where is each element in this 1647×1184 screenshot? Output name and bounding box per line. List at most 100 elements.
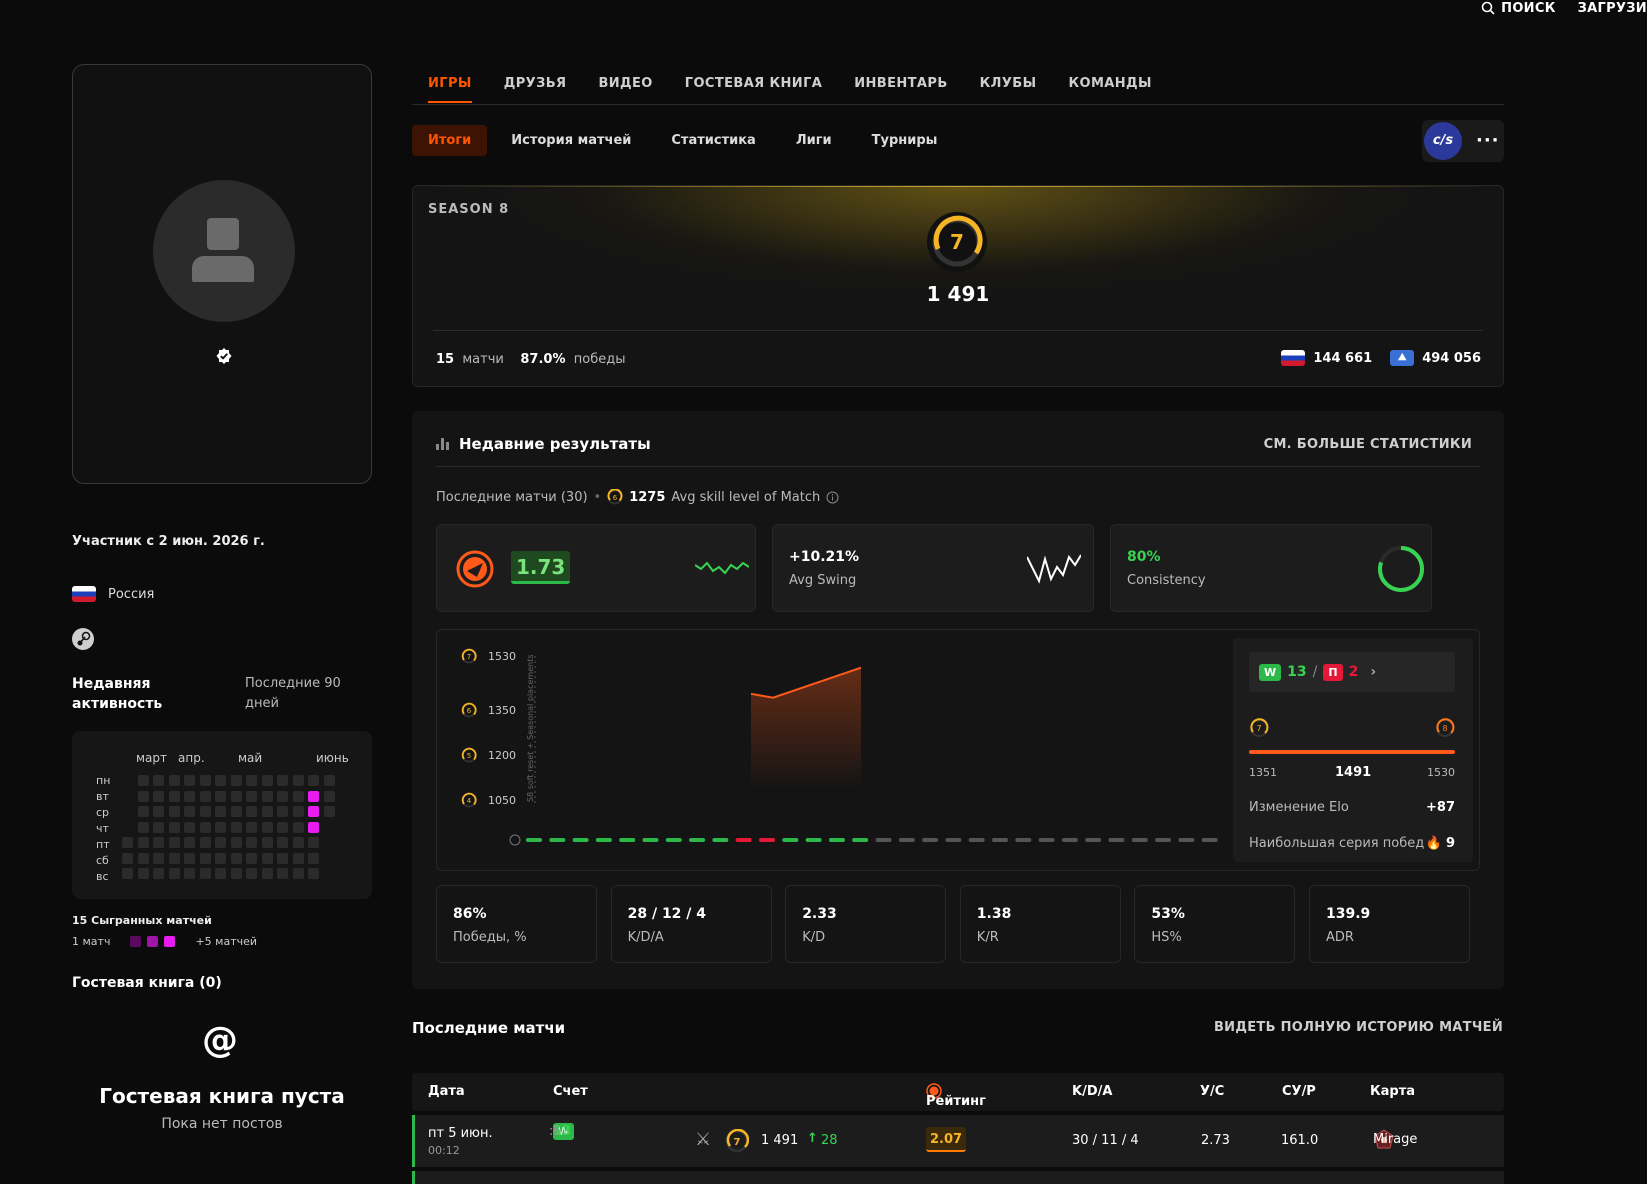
heatmap-cell[interactable]: [215, 821, 226, 833]
heatmap-cell[interactable]: [122, 837, 133, 848]
heatmap-cell[interactable]: [292, 868, 304, 879]
more-options-icon[interactable]: ···: [1476, 130, 1500, 151]
subtab-stats[interactable]: Статистика: [655, 125, 771, 156]
tab-guestbook[interactable]: ГОСТЕВАЯ КНИГА: [685, 76, 822, 91]
heatmap-cell[interactable]: [215, 775, 226, 786]
heatmap-cell[interactable]: [199, 821, 211, 833]
heatmap-cell[interactable]: [308, 852, 319, 864]
heatmap-cell[interactable]: [277, 775, 288, 786]
heatmap-cell[interactable]: [292, 775, 304, 786]
heatmap-cell[interactable]: [215, 837, 226, 848]
heatmap-cell[interactable]: [277, 852, 288, 864]
heatmap-cell[interactable]: [137, 790, 149, 802]
heatmap-cell[interactable]: [246, 775, 257, 786]
heatmap-cell[interactable]: [199, 775, 211, 786]
heatmap-cell[interactable]: [292, 821, 304, 833]
tab-friends[interactable]: ДРУЗЬЯ: [504, 76, 567, 91]
heatmap-cell[interactable]: [199, 790, 211, 802]
heatmap-cell[interactable]: [199, 852, 211, 864]
heatmap-cell[interactable]: [261, 821, 273, 833]
heatmap-cell[interactable]: [137, 868, 149, 879]
search-button[interactable]: ПОИСК: [1481, 0, 1555, 16]
col-date[interactable]: Дата: [428, 1084, 465, 1099]
col-map[interactable]: Карта: [1370, 1084, 1415, 1099]
tab-games[interactable]: ИГРЫ: [428, 76, 472, 103]
table-row[interactable]: пт 5 июн. 00:12 W 13 : 6 ⚔ 7 1 491 ↑ 28 …: [412, 1115, 1504, 1167]
heatmap-cell[interactable]: [261, 790, 273, 802]
heatmap-cell[interactable]: [153, 837, 164, 848]
table-row[interactable]: [412, 1171, 1504, 1184]
tab-video[interactable]: ВИДЕО: [598, 76, 652, 91]
heatmap-cell[interactable]: [215, 806, 226, 817]
heatmap-cell[interactable]: [246, 790, 257, 802]
tab-inventory[interactable]: ИНВЕНТАРЬ: [854, 76, 947, 91]
heatmap-cell[interactable]: [277, 806, 288, 817]
heatmap-cell[interactable]: [230, 837, 242, 848]
win-loss-summary[interactable]: W 13 / П 2 ›: [1249, 652, 1455, 692]
heatmap-cell[interactable]: [122, 852, 133, 864]
heatmap-cell[interactable]: [184, 852, 195, 864]
heatmap-cell[interactable]: [168, 821, 180, 833]
heatmap-cell[interactable]: [277, 837, 288, 848]
heatmap-cell[interactable]: [153, 775, 164, 786]
subtab-history[interactable]: История матчей: [495, 125, 647, 156]
heatmap-cell[interactable]: [215, 852, 226, 864]
heatmap-cell[interactable]: [261, 775, 273, 786]
col-kda[interactable]: K/D/A: [1072, 1084, 1112, 1099]
heatmap-cell[interactable]: [230, 775, 242, 786]
heatmap-cell[interactable]: [153, 790, 164, 802]
heatmap-cell[interactable]: [246, 806, 257, 817]
heatmap-cell[interactable]: [230, 806, 242, 817]
heatmap-cell[interactable]: [230, 790, 242, 802]
heatmap-cell[interactable]: [246, 837, 257, 848]
heatmap-cell[interactable]: [323, 790, 335, 802]
see-more-stats-link[interactable]: СМ. БОЛЬШЕ СТАТИСТИКИ: [1264, 437, 1472, 452]
col-adr[interactable]: СУ/Р: [1282, 1084, 1316, 1099]
heatmap-cell[interactable]: [168, 806, 180, 817]
heatmap-cell[interactable]: [230, 821, 242, 833]
steam-icon[interactable]: [72, 628, 94, 650]
avatar[interactable]: [153, 180, 295, 322]
heatmap-cell[interactable]: [261, 806, 273, 817]
heatmap-cell[interactable]: [323, 806, 335, 817]
col-kd[interactable]: У/С: [1200, 1084, 1224, 1099]
heatmap-cell[interactable]: [137, 775, 149, 786]
col-rating[interactable]: Рейтинг: [926, 1083, 986, 1109]
subtab-tournaments[interactable]: Турниры: [856, 125, 954, 156]
heatmap-cell[interactable]: [292, 837, 304, 848]
heatmap-cell[interactable]: [246, 852, 257, 864]
heatmap-cell[interactable]: [230, 868, 242, 879]
region-ranking[interactable]: ⛰ 494 056: [1390, 350, 1481, 366]
heatmap-cell[interactable]: [137, 852, 149, 864]
heatmap-cell[interactable]: [184, 868, 195, 879]
tab-clubs[interactable]: КЛУБЫ: [980, 76, 1037, 91]
heatmap-cell[interactable]: [215, 868, 226, 879]
heatmap-cell[interactable]: [199, 868, 211, 879]
heatmap-cell[interactable]: [261, 852, 273, 864]
heatmap-cell[interactable]: [308, 868, 319, 879]
col-score[interactable]: Счет: [553, 1084, 588, 1099]
heatmap-cell[interactable]: [184, 821, 195, 833]
heatmap-cell[interactable]: [246, 821, 257, 833]
heatmap-cell[interactable]: [277, 868, 288, 879]
heatmap-cell[interactable]: [184, 775, 195, 786]
heatmap-cell[interactable]: [308, 837, 319, 848]
heatmap-cell[interactable]: [153, 868, 164, 879]
heatmap-cell[interactable]: [308, 775, 319, 786]
heatmap-cell[interactable]: [277, 821, 288, 833]
tab-teams[interactable]: КОМАНДЫ: [1068, 76, 1151, 91]
heatmap-cell[interactable]: [153, 806, 164, 817]
heatmap-cell[interactable]: [215, 790, 226, 802]
info-icon[interactable]: [826, 491, 839, 504]
heatmap-cell[interactable]: [308, 821, 319, 833]
subtab-overview[interactable]: Итоги: [412, 125, 488, 156]
full-history-link[interactable]: ВИДЕТЬ ПОЛНУЮ ИСТОРИЮ МАТЧЕЙ: [1214, 1020, 1503, 1035]
heatmap-cell[interactable]: [230, 852, 242, 864]
country-ranking[interactable]: 144 661: [1281, 350, 1372, 366]
heatmap-cell[interactable]: [153, 852, 164, 864]
heatmap-cell[interactable]: [168, 837, 180, 848]
heatmap-cell[interactable]: [153, 821, 164, 833]
upload-button[interactable]: ЗАГРУЗИ: [1578, 0, 1647, 16]
heatmap-cell[interactable]: [137, 821, 149, 833]
heatmap-cell[interactable]: [168, 790, 180, 802]
